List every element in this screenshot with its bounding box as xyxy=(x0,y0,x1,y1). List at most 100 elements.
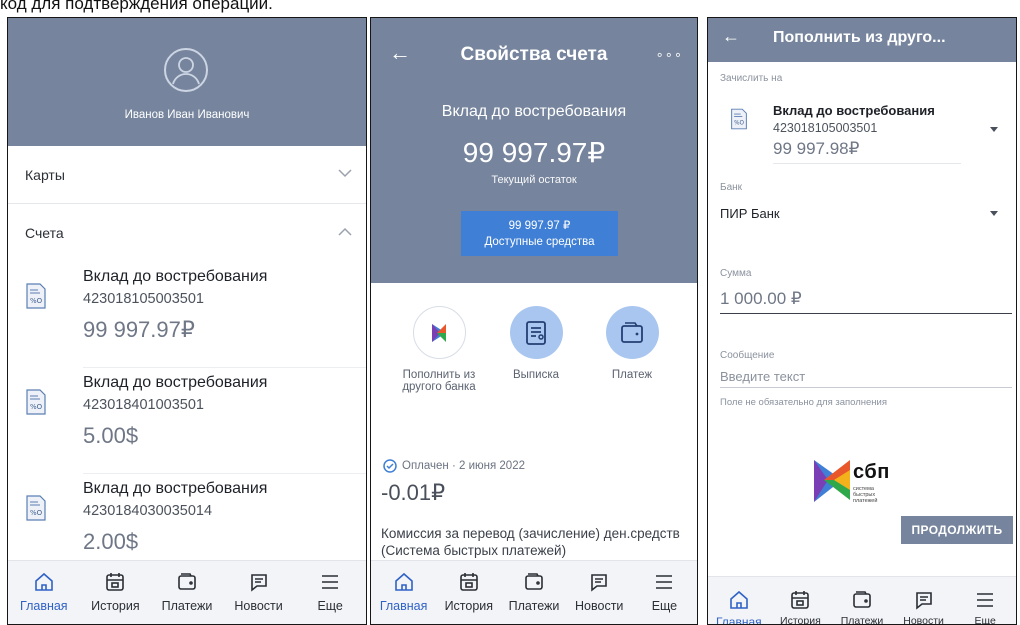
tab-home[interactable]: Главная xyxy=(8,561,80,624)
page-title: Пополнить из друго... xyxy=(773,29,946,46)
tab-news[interactable]: Новости xyxy=(893,577,955,624)
statement-button[interactable]: Выписка xyxy=(490,306,582,381)
tab-label: Главная xyxy=(20,599,68,613)
available-funds-button[interactable]: 99 997.97 ₽ Доступные средства xyxy=(461,211,618,256)
message-icon xyxy=(248,571,270,593)
balance-caption: Текущий остаток xyxy=(491,174,577,186)
tab-label: Еще xyxy=(317,599,343,613)
action-label: Пополнить из другого банка xyxy=(402,369,476,393)
bank-dropdown-icon[interactable] xyxy=(990,211,998,216)
tab-label: Новости xyxy=(903,615,944,625)
tab-payments[interactable]: Платежи xyxy=(151,561,223,624)
tab-home[interactable]: Главная xyxy=(708,577,770,624)
chevron-down-icon xyxy=(338,166,352,183)
avatar[interactable] xyxy=(164,48,208,92)
tab-more[interactable]: Еще xyxy=(294,561,366,624)
tab-label: История xyxy=(91,599,140,613)
bottom-tab-bar: Главная История Платежи Новости Еще xyxy=(8,560,366,624)
tab-label: Еще xyxy=(974,615,996,625)
user-icon xyxy=(172,57,200,85)
section-cards-label: Карты xyxy=(25,166,65,183)
transaction-status: Оплачен · 2 июня 2022 xyxy=(383,459,525,473)
tab-payments[interactable]: Платежи xyxy=(501,561,566,624)
account-item[interactable]: %O Вклад до востребования 42301810500350… xyxy=(26,262,366,368)
svg-text:%O: %O xyxy=(30,297,43,305)
more-options-icon[interactable]: ∘∘∘ xyxy=(656,47,683,63)
deposit-document-icon: %O xyxy=(26,283,46,309)
tab-payments[interactable]: Платежи xyxy=(831,577,893,624)
tab-label: Новости xyxy=(234,599,283,613)
screen-account-properties: ← Свойства счета ∘∘∘ Вклад до востребова… xyxy=(370,17,698,625)
tab-news[interactable]: Новости xyxy=(223,561,295,624)
topup-from-other-bank-button[interactable]: Пополнить из другого банка xyxy=(393,306,485,393)
section-cards[interactable]: Карты xyxy=(8,146,366,204)
available-label: Доступные средства xyxy=(484,236,595,248)
tab-label: Еще xyxy=(651,599,678,613)
bottom-tab-bar: Главная История Платежи Новости Еще xyxy=(708,576,1016,624)
menu-icon xyxy=(974,589,996,611)
svg-text:%O: %O xyxy=(734,121,744,127)
tab-history[interactable]: История xyxy=(436,561,501,624)
tab-news[interactable]: Новости xyxy=(567,561,632,624)
wallet-icon xyxy=(176,571,198,593)
continue-button[interactable]: ПРОДОЛЖИТЬ xyxy=(901,516,1013,544)
screen-topup-form: ← Пополнить из друго... Зачислить на %O … xyxy=(707,17,1017,625)
tab-more[interactable]: Еще xyxy=(632,561,697,624)
page-title: Свойства счета xyxy=(460,44,608,65)
bank-select[interactable]: ПИР Банк xyxy=(720,206,780,221)
wallet-icon xyxy=(605,306,659,359)
back-arrow-icon[interactable]: ← xyxy=(722,26,740,47)
bank-label: Банк xyxy=(720,182,743,193)
svg-text:%O: %O xyxy=(30,403,43,411)
topup-header: ← Пополнить из друго... xyxy=(708,18,1016,62)
account-number: 4230184030035014 xyxy=(83,503,213,519)
tab-label: Платежи xyxy=(840,615,884,625)
account-name: Вклад до востребования xyxy=(83,480,268,497)
home-icon xyxy=(33,571,55,593)
action-label: Платеж xyxy=(611,369,653,381)
account-item[interactable]: %O Вклад до востребования 42301840100350… xyxy=(26,368,366,474)
account-dropdown-icon[interactable] xyxy=(990,127,998,132)
account-balance: 99 997.97₽ xyxy=(83,317,195,342)
account-balance: 5.00$ xyxy=(83,423,139,448)
selected-account-balance: 99 997.98₽ xyxy=(773,139,961,164)
deposit-document-icon: %O xyxy=(26,495,46,521)
profile-header: Иванов Иван Иванович xyxy=(8,18,366,146)
tab-label: История xyxy=(444,599,494,613)
accounts-list: %O Вклад до востребования 42301810500350… xyxy=(8,262,366,580)
tab-home[interactable]: Главная xyxy=(371,561,436,624)
amount-input[interactable]: 1 000.00 ₽ xyxy=(720,289,1012,314)
account-balance: 99 997.97₽ xyxy=(462,137,606,168)
transaction-status-text: Оплачен · 2 июня 2022 xyxy=(402,460,525,472)
message-input[interactable]: Введите текст xyxy=(720,369,1012,388)
credit-to-label: Зачислить на xyxy=(720,73,783,84)
tab-label: История xyxy=(780,615,821,625)
amount-label: Сумма xyxy=(720,268,752,279)
calendar-icon xyxy=(458,571,480,593)
section-accounts[interactable]: Счета xyxy=(8,204,366,262)
bottom-tab-bar: Главная История Платежи Новости Еще xyxy=(371,560,697,624)
calendar-icon xyxy=(104,571,126,593)
tab-history[interactable]: История xyxy=(80,561,152,624)
tab-history[interactable]: История xyxy=(770,577,832,624)
user-name: Иванов Иван Иванович xyxy=(124,109,250,121)
payment-button[interactable]: Платеж xyxy=(586,306,678,381)
message-icon xyxy=(588,571,610,593)
tab-more[interactable]: Еще xyxy=(954,577,1016,624)
tab-label: Новости xyxy=(575,599,624,613)
account-number: 423018401003501 xyxy=(83,397,204,413)
action-label: Выписка xyxy=(512,369,560,381)
selected-account-name: Вклад до востребования xyxy=(773,103,935,118)
page-caption: код для подтверждения операции. xyxy=(0,0,273,13)
calendar-icon xyxy=(789,589,811,611)
transaction-amount: -0.01₽ xyxy=(381,480,446,505)
screen-main-accounts: Иванов Иван Иванович Карты Счета %O Вкла… xyxy=(7,17,367,625)
transaction-description[interactable]: Комиссия за перевод (зачисление) ден.сре… xyxy=(381,525,691,559)
home-icon xyxy=(728,589,750,611)
account-balance: 2.00$ xyxy=(83,529,139,554)
available-amount: 99 997.97 ₽ xyxy=(508,220,571,232)
tab-label: Платежи xyxy=(508,599,560,613)
message-icon xyxy=(913,589,935,611)
sbp-icon xyxy=(412,306,466,359)
tab-label: Платежи xyxy=(161,599,213,613)
